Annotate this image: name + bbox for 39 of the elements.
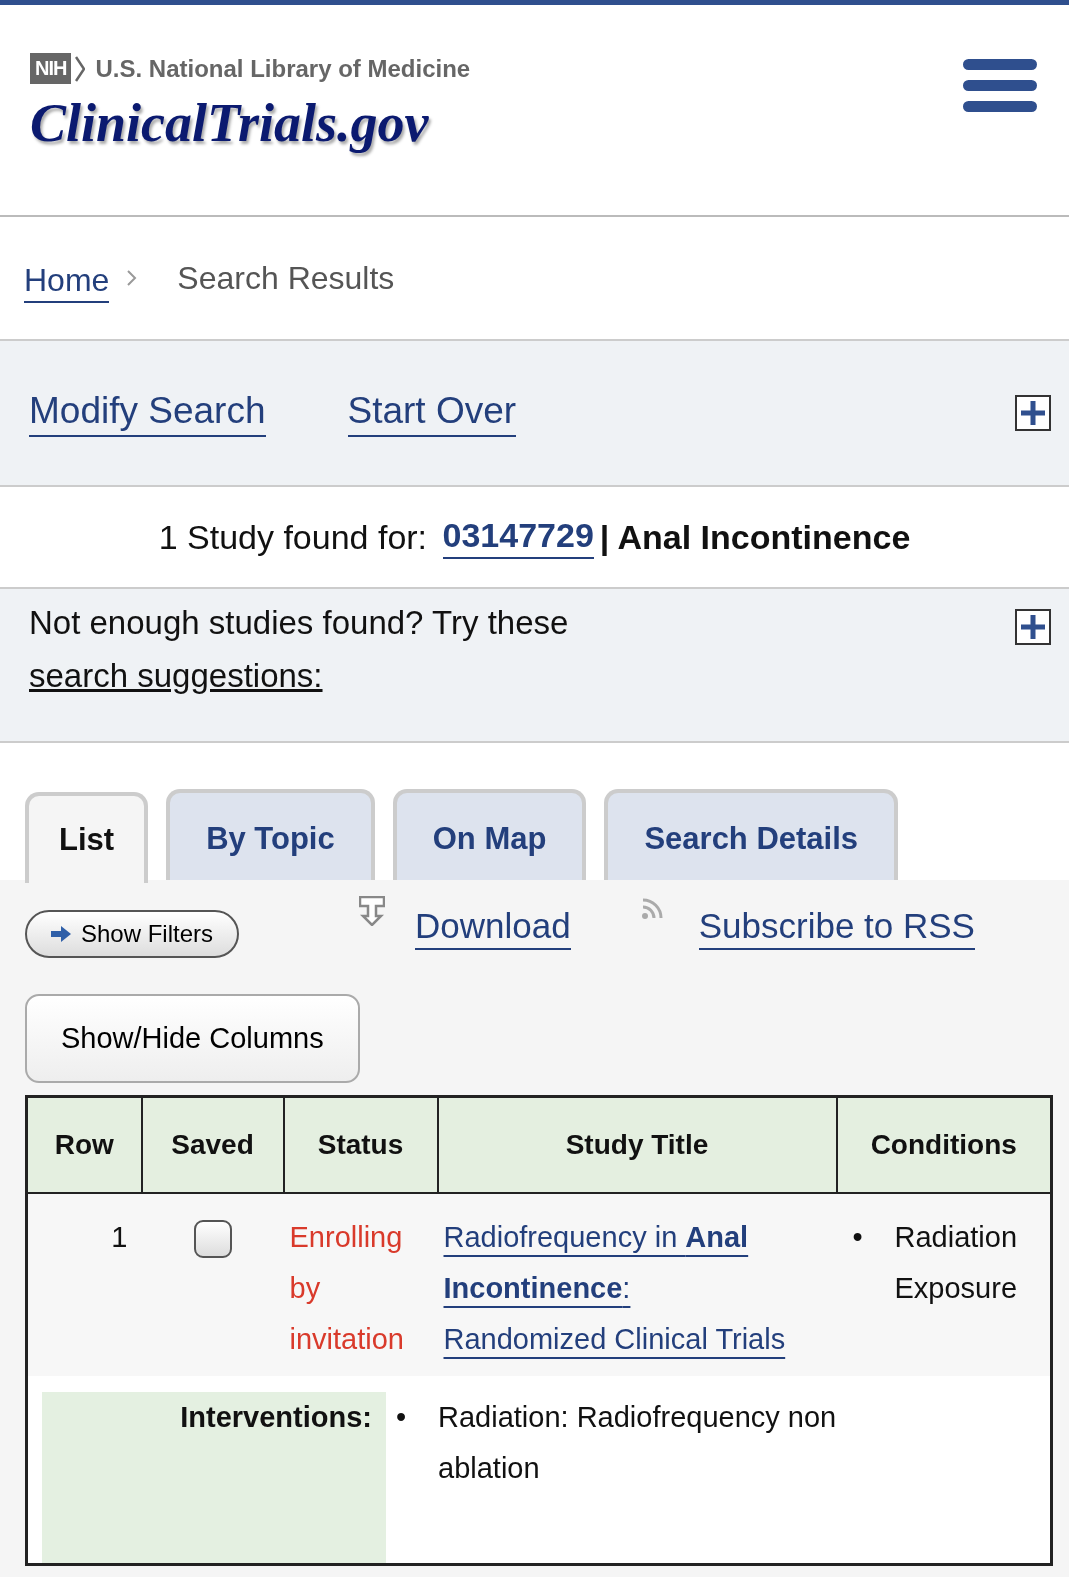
- tab[interactable]: Search Details: [604, 789, 899, 880]
- download-link[interactable]: Download: [415, 906, 571, 950]
- column-header: Study Title: [437, 1096, 837, 1193]
- breadcrumb-link[interactable]: Home: [24, 261, 110, 303]
- tab[interactable]: By Topic: [166, 789, 375, 880]
- interventions-label: Interventions:: [42, 1392, 386, 1563]
- site-logo[interactable]: ClinicalTrials.gov: [30, 92, 471, 154]
- suggestion-text: Not enough studies found? Try these search suggestions:: [29, 603, 570, 696]
- rss-icon: [640, 898, 663, 920]
- tab[interactable]: On Map: [392, 789, 587, 880]
- column-header: Status: [283, 1096, 438, 1193]
- action-link[interactable]: Start Over: [347, 388, 517, 438]
- column-header: Saved: [141, 1096, 284, 1193]
- save-checkbox[interactable]: [193, 1220, 232, 1258]
- row-number: 1: [26, 1193, 142, 1377]
- menu-icon[interactable]: [963, 59, 1037, 113]
- download-icon: [359, 896, 386, 926]
- intervention-item: Radiation: Radiofrequency non ablation: [438, 1400, 838, 1486]
- action-link[interactable]: Modify Search: [29, 388, 266, 438]
- study-title-link[interactable]: Radiofrequency in Anal Incontinence: Randomized Clinical Trials: [443, 1212, 794, 1365]
- chevron-icon: [127, 270, 138, 286]
- show-filters-button[interactable]: Show Filters: [25, 910, 240, 958]
- agency-name: U.S. National Library of Medicine: [95, 54, 471, 83]
- condition-item: Radiation Exposure: [894, 1220, 1019, 1306]
- rss-link[interactable]: Subscribe to RSS: [698, 906, 975, 950]
- column-header: Row: [26, 1096, 142, 1193]
- show-hide-columns-button[interactable]: Show/Hide Columns: [25, 994, 360, 1083]
- nih-badge: NIH: [30, 53, 72, 84]
- arrow-icon: [51, 926, 71, 942]
- query-link[interactable]: 03147729: [442, 515, 594, 559]
- expand-icon[interactable]: [1015, 395, 1051, 431]
- bullet: •: [852, 1220, 864, 1255]
- tab[interactable]: List: [25, 792, 149, 883]
- column-header: Conditions: [836, 1096, 1052, 1193]
- suggestions-link[interactable]: search suggestions:: [29, 656, 323, 694]
- expand-icon[interactable]: [1015, 609, 1051, 645]
- bullet: •: [396, 1400, 408, 1436]
- breadcrumb-current: Search Results: [177, 259, 395, 297]
- chevron-icon: [75, 55, 86, 82]
